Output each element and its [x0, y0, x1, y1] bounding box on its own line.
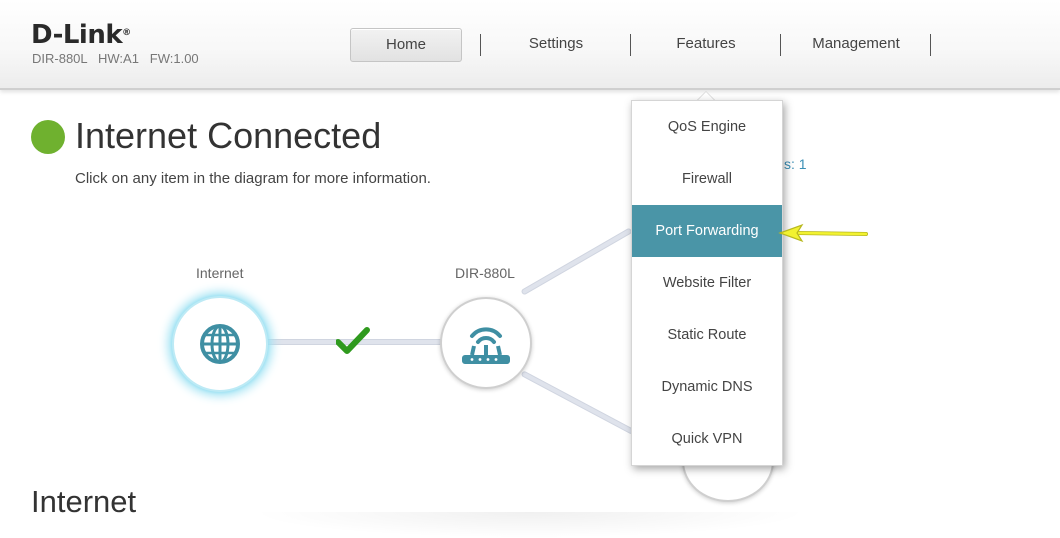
top-header: D-Link® DIR-880L HW:A1 FW:1.00 Home Sett…: [0, 0, 1060, 90]
yellow-arrow-icon: [778, 223, 868, 243]
router-client-link-upper: [520, 227, 633, 296]
nav-features-button[interactable]: Features: [631, 28, 781, 60]
menu-item-port-forwarding[interactable]: Port Forwarding: [632, 205, 782, 257]
brand-name: D-Link: [31, 20, 123, 50]
nav-management-button[interactable]: Management: [781, 28, 931, 60]
connection-status-indicator: [31, 120, 65, 154]
menu-item-dynamic-dns[interactable]: Dynamic DNS: [632, 361, 782, 413]
menu-item-static-route[interactable]: Static Route: [632, 309, 782, 361]
model-hardware-firmware-info: DIR-880L HW:A1 FW:1.00: [32, 51, 199, 66]
internet-node[interactable]: [172, 296, 268, 392]
nav-home-button[interactable]: Home: [350, 28, 462, 62]
nav-separator: [930, 34, 931, 56]
menu-item-quick-vpn[interactable]: Quick VPN: [632, 413, 782, 465]
menu-item-firewall[interactable]: Firewall: [632, 153, 782, 205]
page-subtitle: Click on any item in the diagram for mor…: [75, 170, 431, 187]
menu-item-qos-engine[interactable]: QoS Engine: [632, 101, 782, 153]
internet-section-heading: Internet: [31, 484, 137, 519]
checkmark-icon: [336, 327, 370, 354]
internet-label: Internet: [196, 265, 244, 281]
section-shadow: [250, 512, 810, 538]
router-label: DIR-880L: [455, 265, 515, 281]
router-node[interactable]: [440, 297, 532, 389]
globe-icon: [200, 324, 240, 364]
page-title: Internet Connected: [75, 115, 382, 156]
nav-settings-button[interactable]: Settings: [481, 28, 631, 60]
dlink-logo: D-Link®: [31, 20, 131, 50]
router-icon: [462, 327, 510, 364]
features-dropdown-menu: QoS Engine Firewall Port Forwarding Webs…: [631, 100, 783, 466]
registered-mark: ®: [122, 28, 131, 38]
router-client-link-lower: [520, 370, 635, 435]
connected-clients-link[interactable]: s: 1: [784, 156, 807, 172]
menu-item-website-filter[interactable]: Website Filter: [632, 257, 782, 309]
